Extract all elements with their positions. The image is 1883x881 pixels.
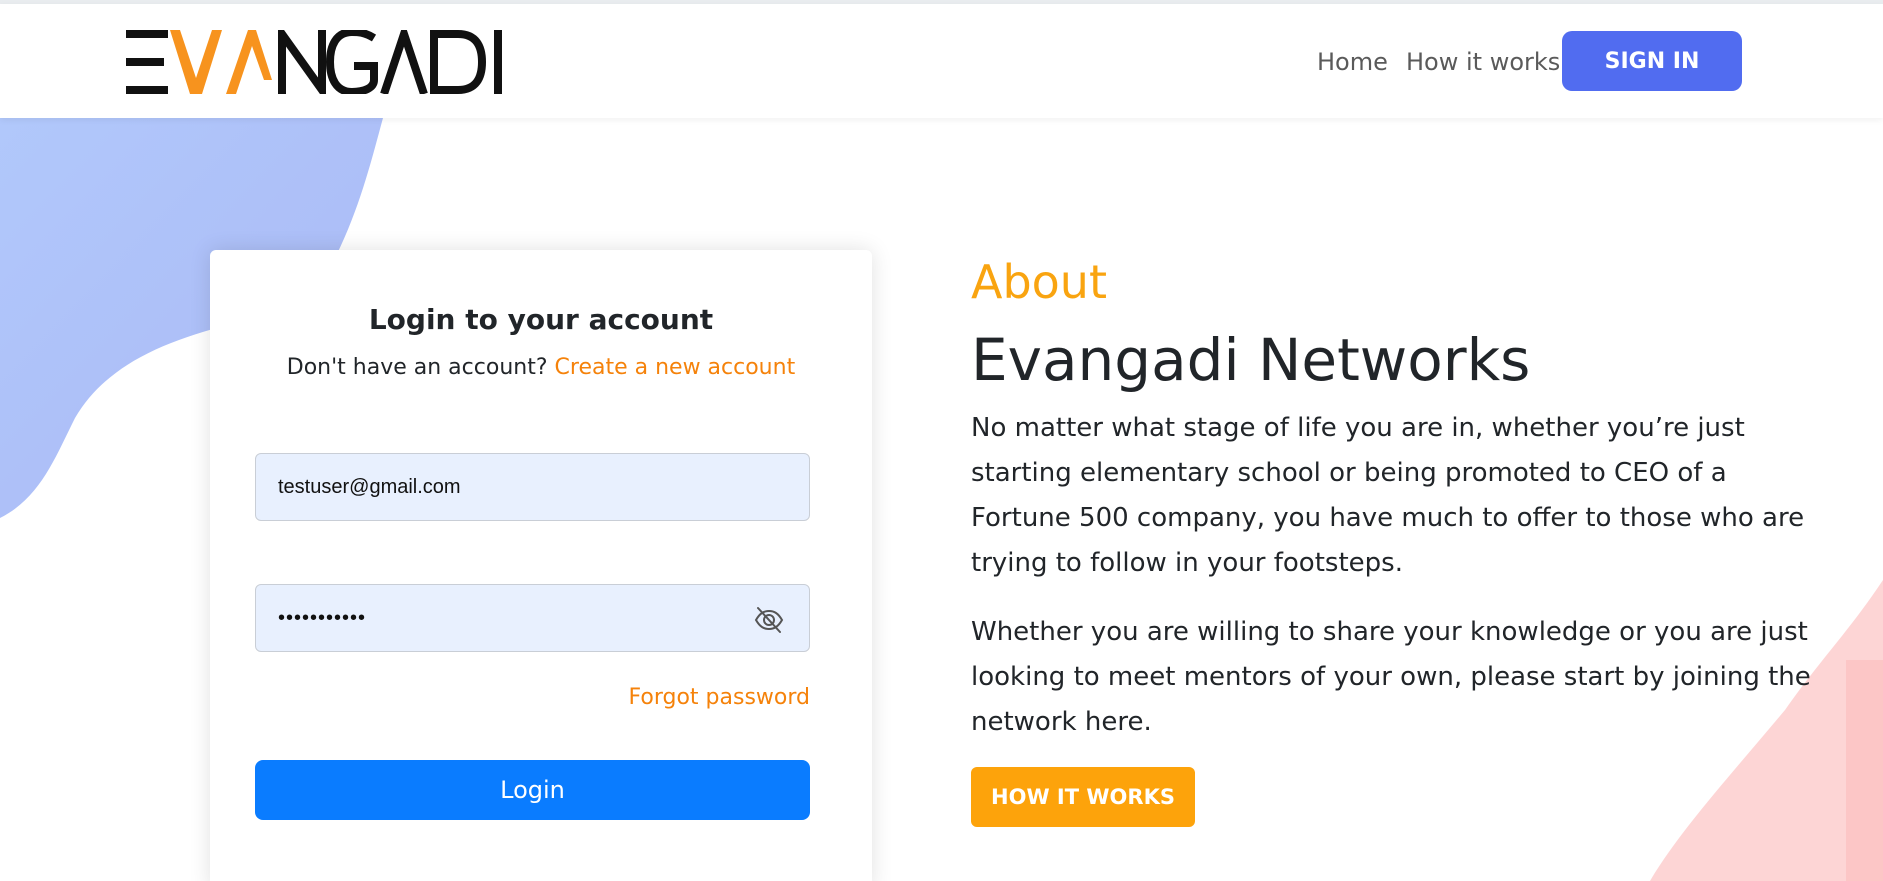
login-button[interactable]: Login xyxy=(255,760,810,820)
login-card: Login to your account Don't have an acco… xyxy=(210,250,872,881)
eye-slash-icon[interactable] xyxy=(753,604,785,636)
create-account-link[interactable]: Create a new account xyxy=(555,355,796,380)
sign-in-button[interactable]: SIGN IN xyxy=(1562,31,1742,91)
site-header: Home How it works SIGN IN xyxy=(0,4,1883,118)
email-field[interactable]: testuser@gmail.com xyxy=(255,453,810,521)
forgot-password-link[interactable]: Forgot password xyxy=(629,685,810,710)
login-title: Login to your account xyxy=(368,303,714,336)
email-value: testuser@gmail.com xyxy=(278,475,461,498)
about-paragraph-1: No matter what stage of life you are in,… xyxy=(971,413,1805,578)
about-paragraph-2: Whether you are willing to share your kn… xyxy=(971,617,1811,737)
password-value: ••••••••••• xyxy=(278,606,367,629)
nav-how-it-works-link[interactable]: How it works xyxy=(1406,48,1560,76)
about-label: About xyxy=(971,255,1108,309)
no-account-text: Don't have an account? xyxy=(286,355,548,380)
about-title: Evangadi Networks xyxy=(971,326,1531,394)
how-it-works-button[interactable]: HOW IT WORKS xyxy=(971,767,1195,827)
password-field[interactable]: ••••••••••• xyxy=(255,584,810,652)
nav-home-link[interactable]: Home xyxy=(1317,48,1388,76)
evangadi-logo[interactable] xyxy=(126,30,506,94)
signup-prompt: Don't have an account? Create a new acco… xyxy=(210,355,872,380)
